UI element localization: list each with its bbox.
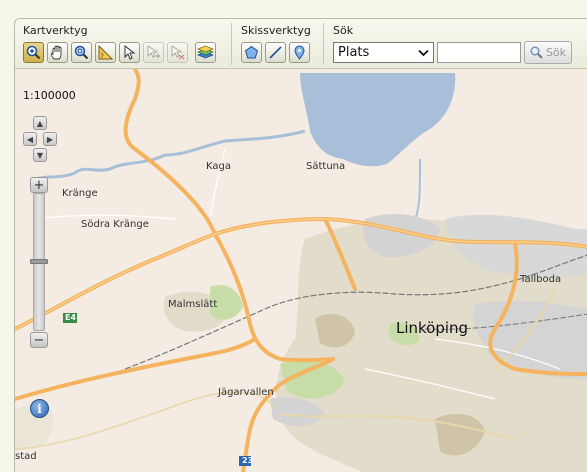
place-label-kaga: Kaga <box>206 161 231 172</box>
arrow-right-icon: ▶ <box>46 134 54 144</box>
road-shield-e4: E4 <box>65 313 77 322</box>
cursor-plus-icon <box>147 45 160 58</box>
line-tool[interactable] <box>265 42 286 63</box>
search-button[interactable]: Sök <box>524 41 572 64</box>
arrow-down-icon: ▼ <box>36 150 44 160</box>
cursor-icon <box>124 45 136 60</box>
layers-icon <box>197 45 214 59</box>
pin-icon <box>294 45 305 60</box>
hand-icon <box>51 45 62 60</box>
zoom-extent-tool[interactable] <box>71 42 92 63</box>
zoom-handle[interactable] <box>30 259 48 264</box>
zoom-in-tool[interactable] <box>23 42 44 63</box>
place-label-sattuna: Sättuna <box>306 161 346 172</box>
road-shield-23: 23 <box>242 456 254 465</box>
select-tool[interactable] <box>119 42 140 63</box>
measure-tool[interactable] <box>95 42 116 63</box>
chevron-down-icon <box>418 49 429 56</box>
pan-right-button[interactable]: ▶ <box>43 132 57 146</box>
zoom-slider[interactable]: + − <box>30 177 48 349</box>
search-input[interactable] <box>437 42 521 63</box>
pan-control: ▲ ◀ ▶ ▼ <box>23 116 57 164</box>
scale-label: 1:100000 <box>23 89 76 102</box>
place-label-jagarvallen: Jägarvallen <box>218 387 274 398</box>
line-icon <box>269 46 282 59</box>
magnifier-plus-icon <box>26 45 41 60</box>
zoom-in-button[interactable]: + <box>30 177 48 193</box>
add-point-tool[interactable] <box>143 42 164 63</box>
sketch-tools-title: Skissverktyg <box>241 24 311 37</box>
arrow-left-icon: ◀ <box>26 134 34 144</box>
polygon-tool[interactable] <box>241 42 262 63</box>
arrow-up-icon: ▲ <box>36 118 44 128</box>
search-category-value: Plats <box>338 45 370 60</box>
ruler-icon <box>98 45 113 60</box>
pan-up-button[interactable]: ▲ <box>33 116 47 130</box>
place-label-linkoping: Linköping <box>396 319 469 337</box>
info-icon: i <box>37 401 42 416</box>
map-base-layer <box>15 69 587 472</box>
search-button-label: Sök <box>545 46 567 59</box>
search-category-select[interactable]: Plats <box>333 42 434 63</box>
search-icon <box>530 46 543 59</box>
place-label-malmslatt: Malmslätt <box>168 299 218 310</box>
toolbar-separator <box>231 23 232 65</box>
remove-point-tool[interactable] <box>167 42 188 63</box>
pentagon-icon <box>244 45 259 59</box>
toolbar: Kartverktyg Skissverktyg Sök Plats Sök <box>15 19 587 69</box>
map-tools-title: Kartverktyg <box>23 24 88 37</box>
map-window: Kartverktyg Skissverktyg Sök Plats Sök 1… <box>14 18 587 472</box>
toolbar-separator <box>323 23 324 65</box>
zoom-out-button[interactable]: − <box>30 332 48 348</box>
layers-tool[interactable] <box>195 42 216 63</box>
point-tool[interactable] <box>289 42 310 63</box>
pan-down-button[interactable]: ▼ <box>33 148 47 162</box>
place-label-stad: stad <box>15 451 37 462</box>
place-label-sodra-krange: Södra Kränge <box>81 219 149 230</box>
plus-icon: + <box>33 177 45 193</box>
pan-tool[interactable] <box>47 42 68 63</box>
cursor-minus-icon <box>171 45 185 60</box>
minus-icon: − <box>33 332 45 348</box>
place-label-tallboda: Tallboda <box>520 274 562 285</box>
info-button[interactable]: i <box>30 399 49 418</box>
map-canvas[interactable]: 1:100000 Kaga Sättuna Kränge Södra Kräng… <box>15 69 587 472</box>
pan-left-button[interactable]: ◀ <box>23 132 37 146</box>
magnifier-globe-icon <box>74 45 89 60</box>
search-title: Sök <box>333 24 354 37</box>
place-label-krange: Kränge <box>62 188 98 199</box>
